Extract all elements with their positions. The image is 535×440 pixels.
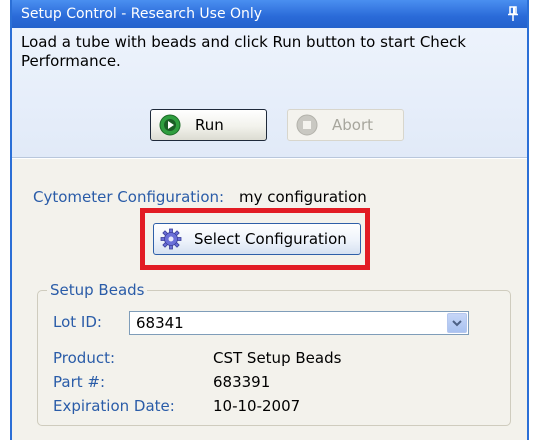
abort-label: Abort [332,116,374,134]
select-configuration-label: Select Configuration [194,230,347,248]
select-configuration-button[interactable]: Select Configuration [153,223,361,255]
setup-beads-group: Setup Beads Lot ID: 68341 Product: CST S… [37,281,511,426]
product-value: CST Setup Beads [213,349,342,367]
run-panel: Load a tube with beads and click Run but… [12,28,527,158]
play-icon [159,114,181,136]
instructions-text: Load a tube with beads and click Run but… [21,33,466,70]
setup-control-window: Setup Control - Research Use Only Load a… [10,0,529,440]
part-number-label: Part #: [53,373,106,391]
title-bar: Setup Control - Research Use Only [12,0,527,28]
dropdown-button[interactable] [447,313,467,333]
setup-beads-title: Setup Beads [47,281,148,299]
configuration-panel: Cytometer Configuration: my configuratio… [12,159,527,440]
lot-id-dropdown[interactable]: 68341 [129,311,469,335]
cytometer-configuration-label: Cytometer Configuration: [33,188,225,206]
chevron-down-icon [452,320,462,327]
cytometer-configuration-value: my configuration [239,188,367,206]
lot-id-value: 68341 [136,314,184,332]
abort-button[interactable]: Abort [287,109,404,141]
run-button[interactable]: Run [150,109,267,141]
part-number-value: 683391 [213,373,271,391]
window-title: Setup Control - Research Use Only [21,6,263,22]
pin-icon[interactable] [507,6,519,22]
run-label: Run [195,116,224,134]
lot-id-label: Lot ID: [53,313,102,331]
expiration-date-value: 10-10-2007 [213,397,301,415]
stop-icon [296,114,318,136]
gear-icon [160,228,182,250]
expiration-date-label: Expiration Date: [53,397,175,415]
product-label: Product: [53,349,116,367]
